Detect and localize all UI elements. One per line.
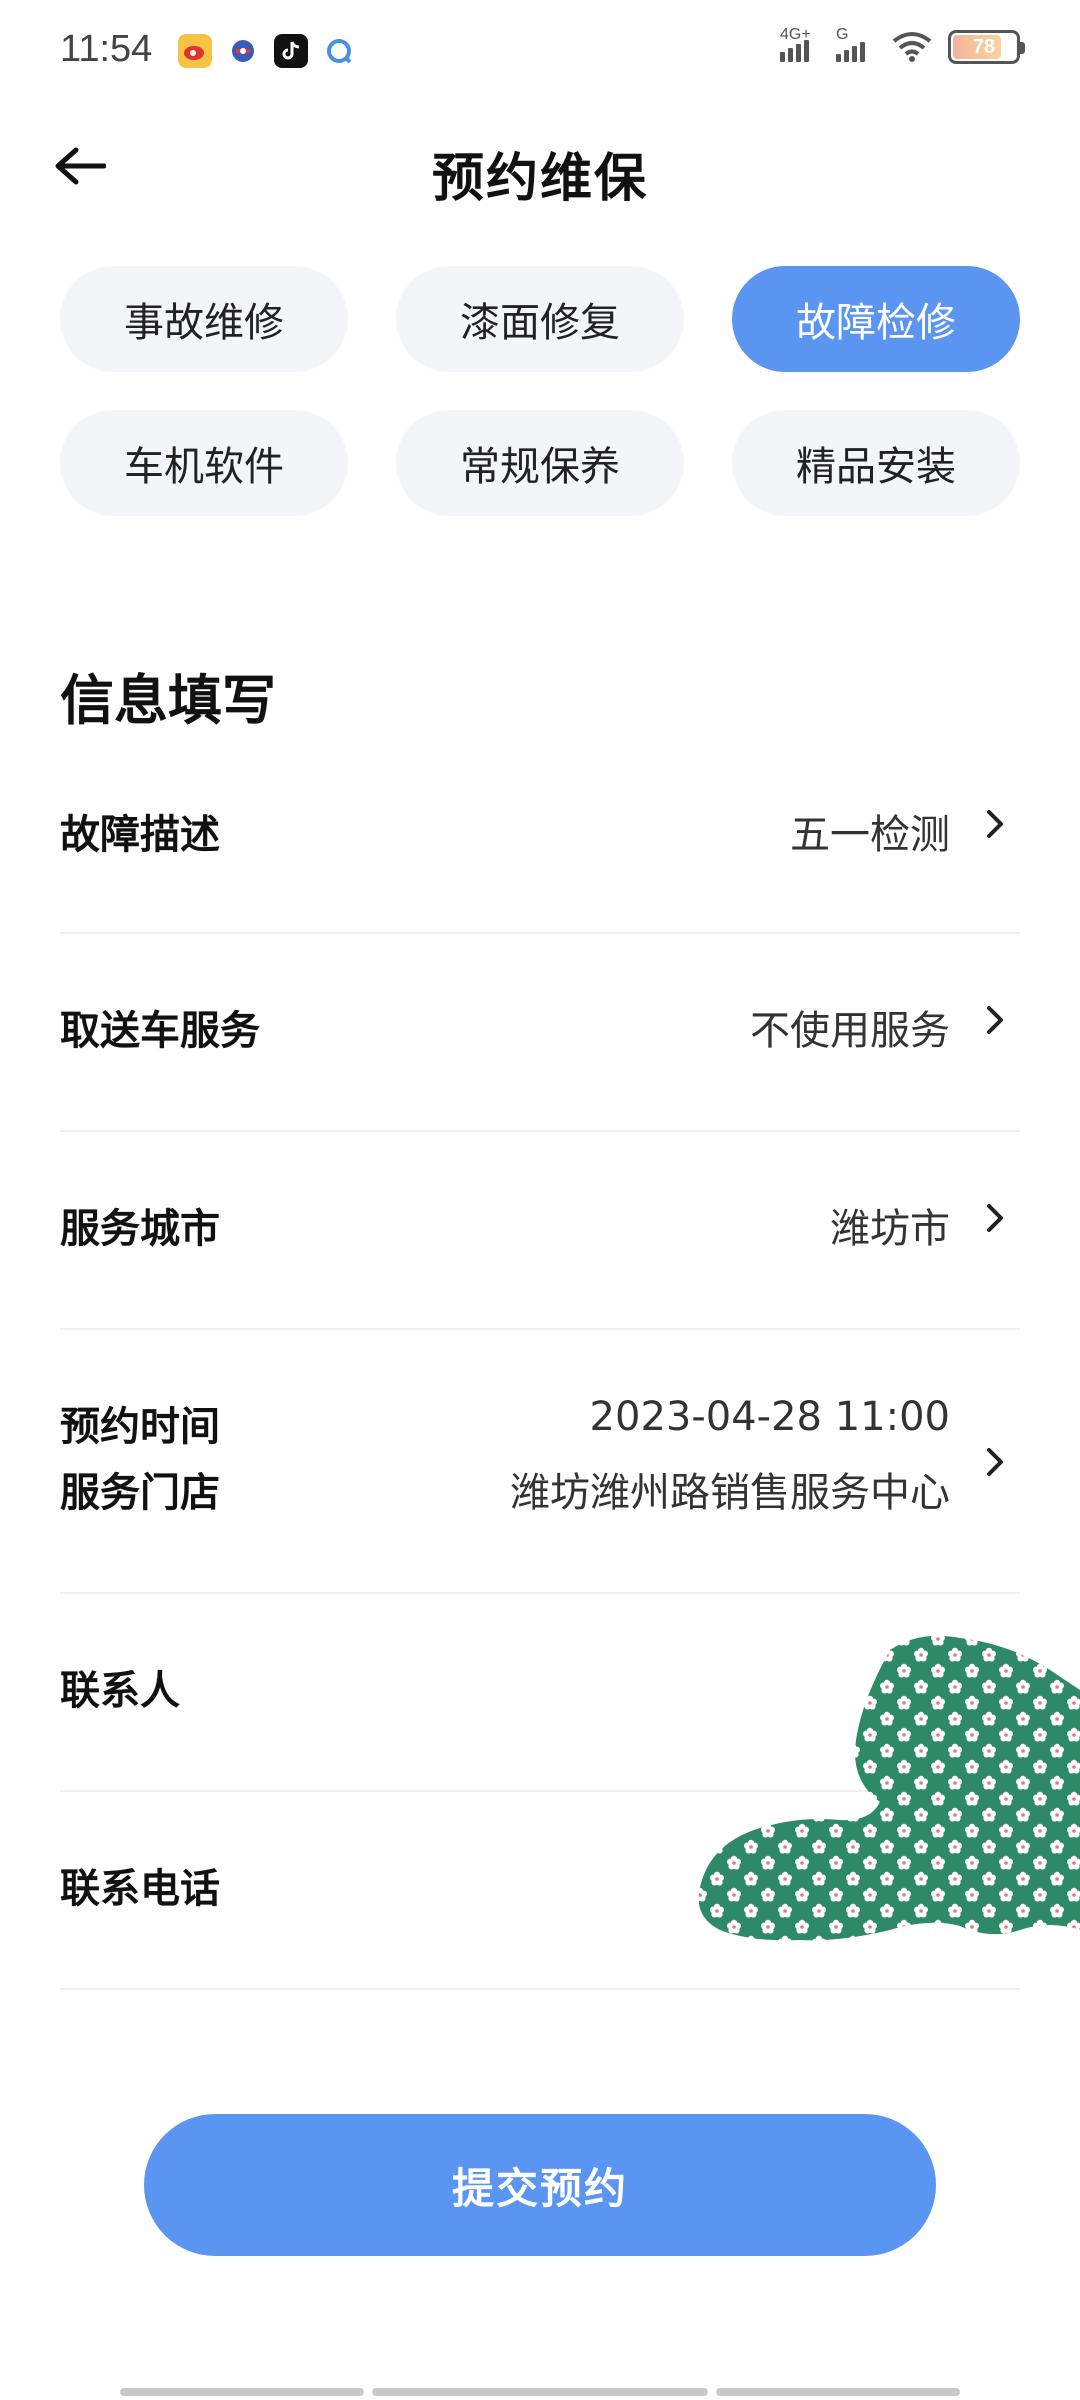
chip-accessory-install[interactable]: 精品安装 xyxy=(732,410,1020,516)
pickup-service-value: 不使用服务 xyxy=(750,1008,950,1054)
info-form: 故障描述 五一检测 取送车服务 不使用服务 服务城市 潍坊市 预约时间 2023… xyxy=(60,738,1020,1990)
contact-person-row[interactable]: 联系人 xyxy=(60,1594,1020,1792)
weibo-icon xyxy=(178,34,212,68)
section-title: 信息填写 xyxy=(60,669,276,732)
status-time: 11:54 xyxy=(60,28,153,70)
battery-level: 78 xyxy=(972,35,996,58)
contact-phone-row[interactable]: 联系电话 xyxy=(60,1792,1020,1990)
battery-icon: 78 xyxy=(948,30,1025,64)
secondary-signal-icon: G xyxy=(836,26,876,62)
chip-car-software[interactable]: 车机软件 xyxy=(60,410,348,516)
service-store-value: 潍坊潍州路销售服务中心 xyxy=(510,1470,950,1516)
network-type-label: 4G+ xyxy=(780,26,811,43)
tiktok-icon xyxy=(274,34,308,68)
secondary-network-label: G xyxy=(836,26,849,43)
service-city-label: 服务城市 xyxy=(60,1206,220,1252)
status-bar: 11:54 4G+ G 78 xyxy=(0,0,1080,104)
page-title: 预约维保 xyxy=(431,149,648,209)
service-city-row[interactable]: 服务城市 潍坊市 xyxy=(60,1132,1020,1330)
navigation-gesture-bar xyxy=(120,2388,960,2396)
chip-fault-repair[interactable]: 故障检修 xyxy=(732,266,1020,372)
wifi-icon xyxy=(892,32,932,62)
pickup-service-label: 取送车服务 xyxy=(60,1008,260,1054)
contact-person-label: 联系人 xyxy=(60,1668,180,1714)
header: 预约维保 xyxy=(0,104,1080,234)
appointment-time-value: 2023-04-28 11:00 xyxy=(589,1394,950,1440)
cellular-signal-icon: 4G+ xyxy=(780,26,820,62)
service-city-value: 潍坊市 xyxy=(830,1206,950,1252)
appointment-time-label: 预约时间 xyxy=(60,1404,220,1450)
status-indicators: 4G+ G 78 xyxy=(780,26,1025,64)
chevron-right-icon xyxy=(980,1198,1010,1238)
service-store-label: 服务门店 xyxy=(60,1470,220,1516)
fault-description-row[interactable]: 故障描述 五一检测 xyxy=(60,738,1020,934)
chevron-right-icon xyxy=(980,1000,1010,1040)
chevron-right-icon xyxy=(980,804,1010,844)
chevron-right-icon xyxy=(980,1442,1010,1482)
chip-accident-repair[interactable]: 事故维修 xyxy=(60,266,348,372)
service-category-chips: 事故维修 漆面修复 故障检修 车机软件 常规保养 精品安装 xyxy=(60,266,1020,516)
fault-description-label: 故障描述 xyxy=(60,812,220,858)
chip-routine-maintenance[interactable]: 常规保养 xyxy=(396,410,684,516)
contact-phone-label: 联系电话 xyxy=(60,1866,220,1912)
pickup-service-row[interactable]: 取送车服务 不使用服务 xyxy=(60,934,1020,1132)
appointment-store-row[interactable]: 预约时间 2023-04-28 11:00 服务门店 潍坊潍州路销售服务中心 xyxy=(60,1330,1020,1594)
submit-appointment-button[interactable]: 提交预约 xyxy=(144,2114,936,2256)
app-icon xyxy=(226,34,260,68)
chip-paint-repair[interactable]: 漆面修复 xyxy=(396,266,684,372)
browser-icon xyxy=(322,34,356,68)
notification-icons xyxy=(178,34,356,68)
fault-description-value: 五一检测 xyxy=(790,812,950,858)
